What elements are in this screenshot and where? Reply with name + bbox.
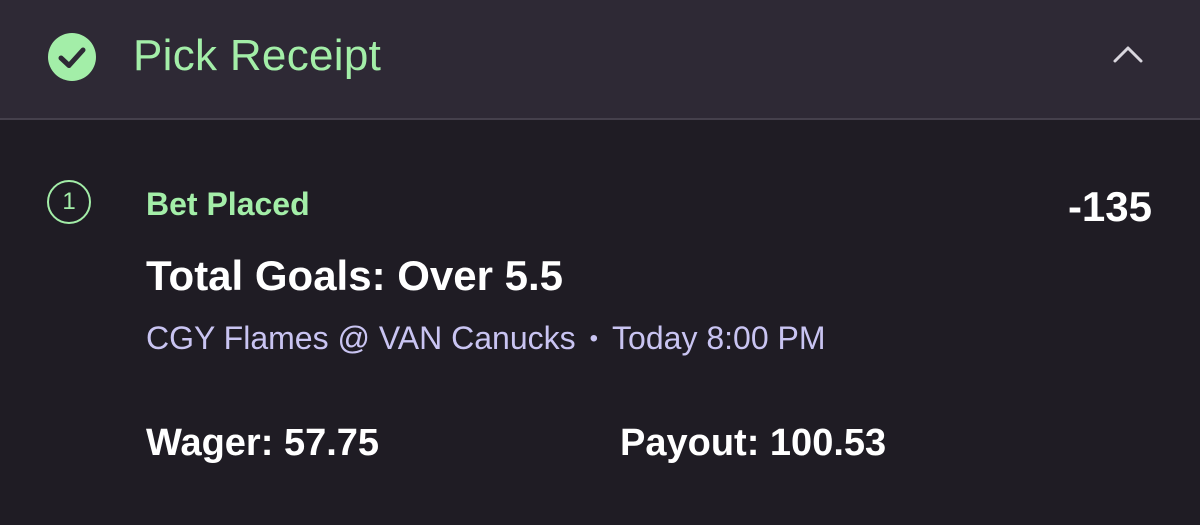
payout-label: Payout: [620,422,760,464]
bet-status: Bet Placed [146,186,310,222]
event-time: Today 8:00 PM [612,320,826,356]
separator-dot: • [589,325,599,352]
receipt-body: 1 Bet Placed -135 Total Goals: Over 5.5 … [0,120,1200,525]
leg-number-badge: 1 [47,180,91,224]
check-circle-icon [48,33,96,81]
collapse-button[interactable] [1100,30,1156,80]
pick-receipt-card: Pick Receipt 1 Bet Placed -135 Total Goa… [0,0,1200,525]
wager-amount: Wager: 57.75 [146,420,379,466]
odds-value: -135 [1067,183,1152,230]
payout-value: 100.53 [769,422,887,464]
header-title: Pick Receipt [133,31,382,80]
market-description: Total Goals: Over 5.5 [146,252,564,299]
payout-amount: Payout: 100.53 [620,420,886,466]
wager-label: Wager: [146,422,274,464]
receipt-header[interactable]: Pick Receipt [0,0,1200,120]
chevron-up-icon [1113,46,1143,63]
event-details: CGY Flames @ VAN Canucks • Today 8:00 PM [146,318,826,359]
matchup: CGY Flames @ VAN Canucks [146,320,576,356]
wager-value: 57.75 [283,422,380,464]
